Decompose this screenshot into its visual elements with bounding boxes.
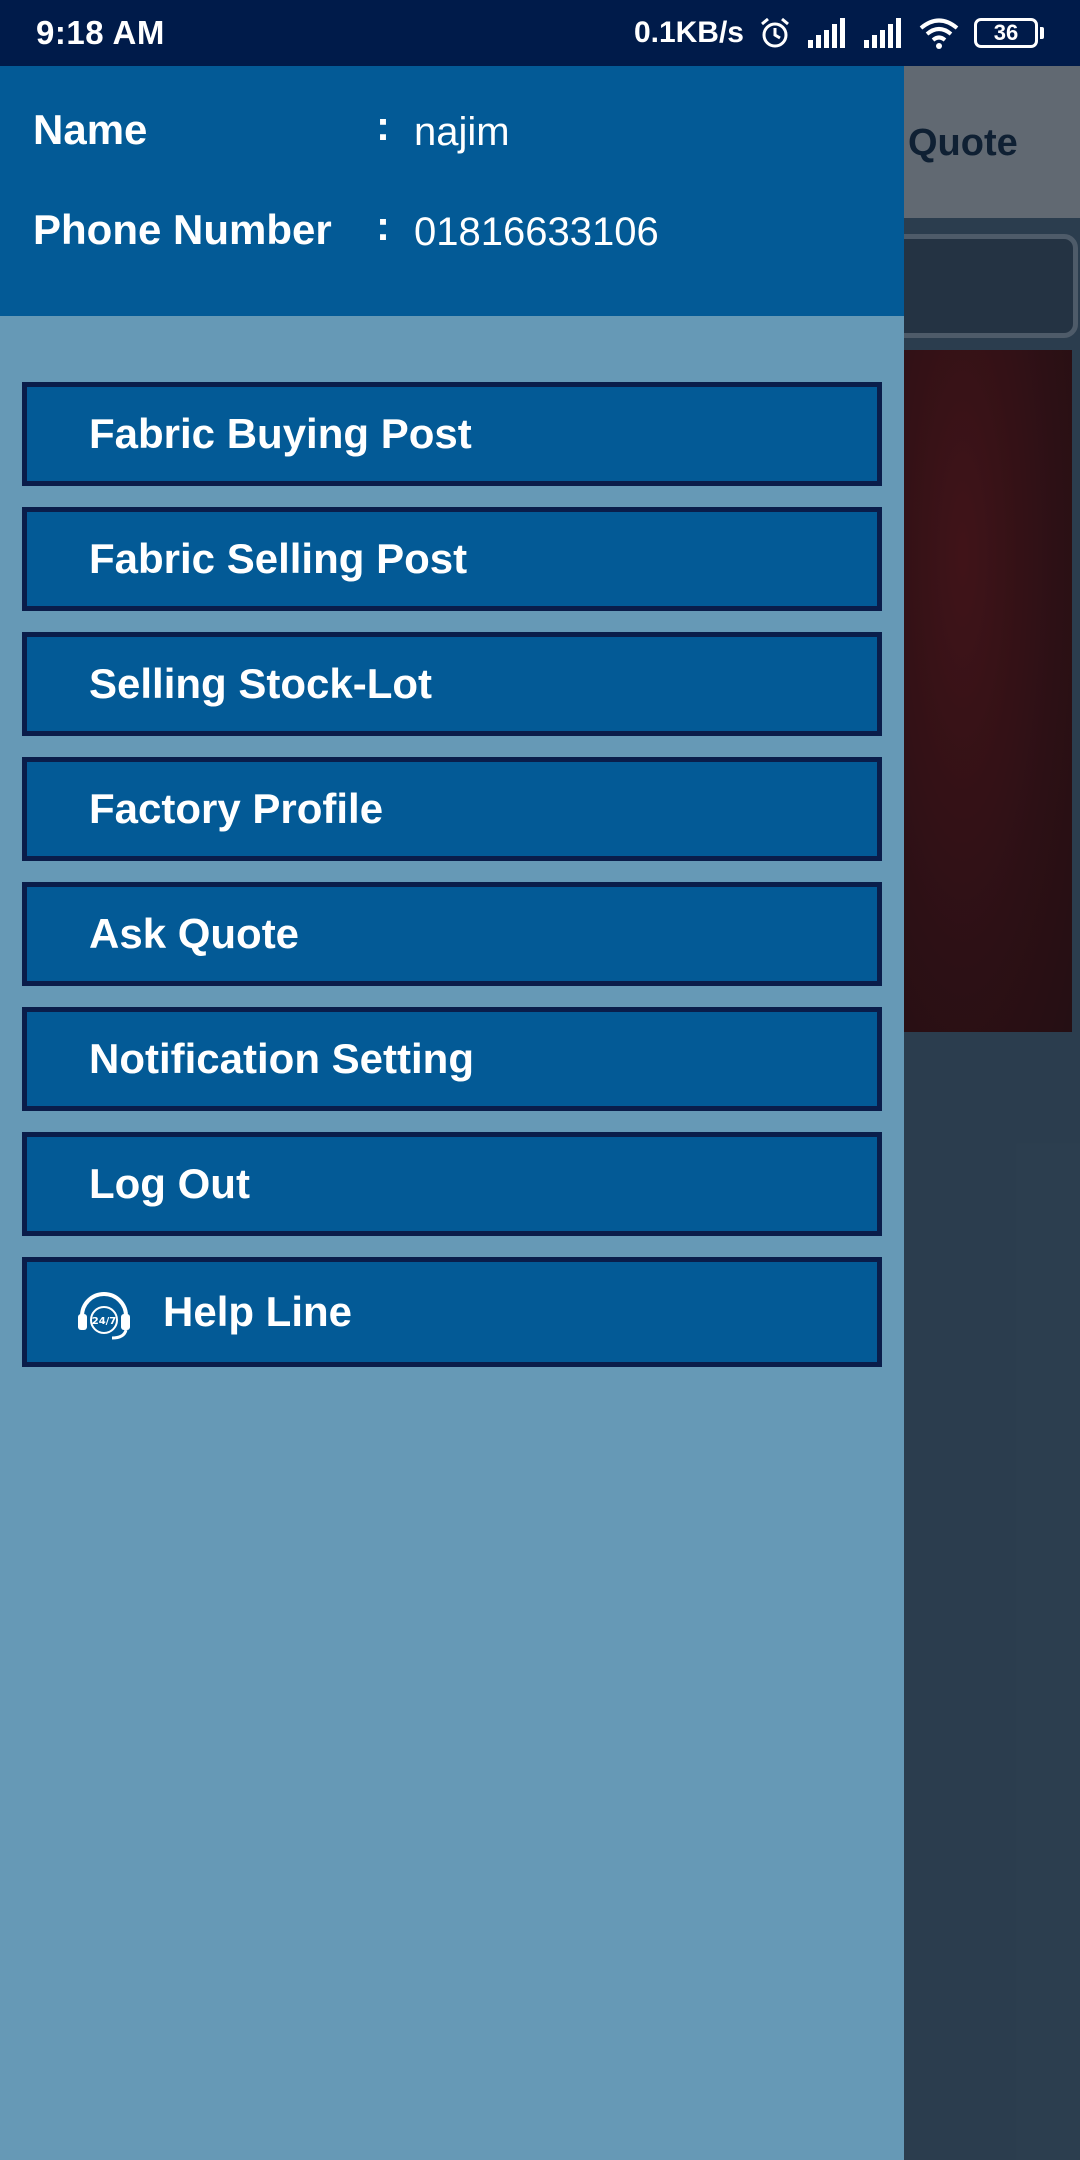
signal-icon (806, 18, 848, 48)
menu-item-label: Selling Stock-Lot (89, 660, 433, 707)
menu-item-notification-setting[interactable]: Notification Setting (22, 1007, 882, 1111)
headset-24-7-icon: 24/7 (69, 1277, 139, 1347)
profile-phone-row: Phone Number : 01816633106 (0, 202, 904, 306)
navigation-drawer: Name : najim Phone Number : 01816633106 … (0, 66, 904, 2160)
menu-item-ask-quote[interactable]: Ask Quote (22, 882, 882, 986)
signal-icon (862, 18, 904, 48)
phone-separator: : (376, 202, 390, 249)
name-separator: : (376, 102, 390, 149)
battery-icon: 36 (974, 18, 1044, 48)
profile-name-row: Name : najim (0, 102, 904, 206)
name-value: najim (414, 110, 510, 154)
menu-item-fabric-buying-post[interactable]: Fabric Buying Post (22, 382, 882, 486)
wifi-icon (918, 17, 960, 49)
drawer-menu: Fabric Buying Post Fabric Selling Post S… (0, 316, 904, 1367)
menu-item-label: Factory Profile (89, 785, 384, 832)
menu-item-factory-profile[interactable]: Factory Profile (22, 757, 882, 861)
phone-value: 01816633106 (414, 210, 659, 254)
battery-level: 36 (974, 18, 1038, 48)
menu-item-help-line[interactable]: 24/7 Help Line (22, 1257, 882, 1367)
status-bar: 9:18 AM 0.1KB/s 36 (0, 0, 1080, 66)
menu-item-label: Ask Quote (89, 910, 300, 957)
menu-item-log-out[interactable]: Log Out (22, 1132, 882, 1236)
status-time: 9:18 AM (36, 14, 165, 51)
menu-item-label: Fabric Selling Post (89, 535, 468, 582)
menu-item-label: Fabric Buying Post (89, 410, 472, 457)
drawer-header: Name : najim Phone Number : 01816633106 (0, 66, 904, 316)
menu-item-fabric-selling-post[interactable]: Fabric Selling Post (22, 507, 882, 611)
menu-item-label: Notification Setting (89, 1035, 474, 1082)
status-icons: 0.1KB/s 36 (634, 16, 1044, 50)
menu-item-label: Help Line (163, 1288, 353, 1335)
net-speed: 0.1KB/s (633, 16, 744, 49)
svg-text:24/7: 24/7 (92, 1316, 117, 1327)
name-label: Name (33, 106, 148, 153)
phone-label: Phone Number (33, 206, 332, 253)
menu-item-selling-stock-lot[interactable]: Selling Stock-Lot (22, 632, 882, 736)
menu-item-label: Log Out (89, 1160, 250, 1207)
alarm-icon (758, 16, 792, 50)
